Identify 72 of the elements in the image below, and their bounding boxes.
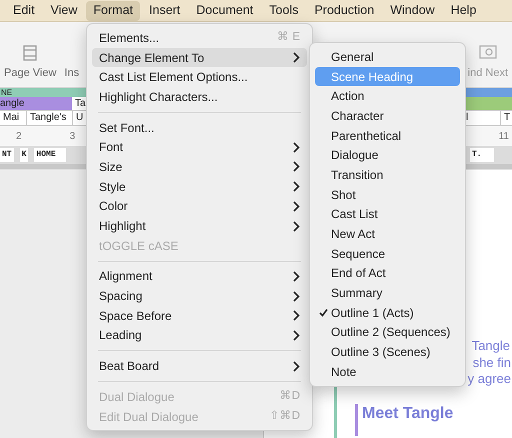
menu-item[interactable]: Size — [92, 157, 307, 177]
toolbar-label: ind Next — [468, 66, 508, 80]
menu-item[interactable]: Set Font... — [92, 118, 307, 138]
menu-item[interactable]: Highlight — [92, 216, 307, 236]
chevron-right-icon — [293, 270, 300, 282]
chevron-right-icon — [293, 360, 300, 372]
menu-item[interactable]: Sequence — [315, 244, 460, 264]
toolbar-label: Ins — [64, 66, 80, 80]
chevron-right-icon — [293, 290, 300, 302]
toolbar-label: Page View — [4, 66, 56, 80]
menu-item[interactable]: Parenthetical — [315, 126, 460, 146]
chevron-right-icon — [293, 330, 300, 341]
script-text: y agree — [468, 371, 511, 388]
menu-item[interactable]: Action — [315, 86, 460, 106]
menu-item[interactable]: Highlight Characters... — [92, 87, 307, 107]
sequence-strip: angle — [0, 97, 72, 110]
menu-item[interactable]: Alignment — [92, 266, 307, 286]
chevron-right-icon — [293, 52, 300, 64]
menu-item[interactable]: Note — [315, 362, 460, 382]
menu-item[interactable]: Elements... ⌘ E — [92, 28, 307, 48]
scene-cell: Tangle's — [27, 111, 73, 125]
menu-bar-item[interactable]: Format — [86, 0, 140, 20]
menu-item[interactable]: Leading — [92, 326, 307, 346]
menu-item[interactable]: Outline 2 (Sequences) — [315, 322, 460, 342]
menu-bar-item[interactable]: Tools — [262, 0, 306, 20]
chevron-right-icon — [293, 142, 300, 153]
chevron-right-icon — [293, 161, 300, 172]
element-tab[interactable]: NT — [0, 148, 14, 162]
scene-cell: T — [500, 111, 512, 125]
menu-item[interactable]: Color — [92, 196, 307, 216]
outline-heading: Meet Tangle — [362, 406, 454, 422]
menu-item[interactable]: End of Act — [315, 264, 460, 284]
menu-item[interactable]: Character — [315, 106, 460, 126]
menu-bar-item[interactable]: Production — [307, 0, 382, 20]
menu-bar-item[interactable]: Document — [189, 0, 260, 20]
ruler-number: 3 — [70, 130, 76, 144]
menu-item[interactable]: Outline 1 (Acts) — [315, 302, 460, 323]
menu-item[interactable]: Transition — [315, 165, 460, 185]
element-tab[interactable]: K — [20, 148, 28, 162]
element-tab[interactable]: T. — [470, 148, 494, 162]
menu-item[interactable]: Cast List — [315, 204, 460, 224]
menu-item[interactable]: Dialogue — [315, 145, 460, 166]
menu-bar-item[interactable]: Insert — [142, 0, 188, 20]
element-tab[interactable]: HOME — [34, 148, 66, 162]
menu-item[interactable]: Outline 3 (Scenes) — [315, 342, 460, 362]
script-text: Tangle — [472, 338, 510, 354]
menu-item[interactable]: Style — [92, 176, 307, 196]
chevron-right-icon — [293, 220, 300, 232]
chevron-right-icon — [293, 181, 300, 192]
ruler-number: 2 — [16, 130, 22, 144]
menu-item[interactable]: Shot — [315, 184, 460, 204]
menu-item[interactable]: General — [315, 47, 460, 67]
menu-bar-item[interactable]: View — [44, 0, 84, 20]
checkmark-icon — [318, 308, 328, 318]
ruler-number: 11 — [498, 130, 509, 144]
chevron-right-icon — [293, 310, 300, 322]
scene-cell: Mai — [0, 111, 27, 125]
menu-bar-item[interactable]: Window — [383, 0, 442, 20]
menu-item[interactable]: Cast List Element Options... — [92, 67, 307, 88]
script-text: she fin — [472, 354, 511, 371]
menu-item[interactable]: Space Before — [92, 306, 307, 326]
menu-bar-item[interactable]: Help — [444, 0, 484, 20]
menu-item[interactable]: Beat Board — [92, 356, 307, 376]
chevron-right-icon — [293, 200, 300, 212]
menu-bar-item[interactable]: Edit — [6, 0, 42, 20]
menu-item[interactable]: Font — [92, 137, 307, 158]
menu-item[interactable]: Summary — [315, 283, 460, 303]
menu-item[interactable]: New Act — [315, 224, 460, 244]
page-view-icon[interactable] — [22, 44, 38, 60]
menu-item[interactable]: Change Element To — [92, 48, 307, 68]
menu-item[interactable]: Spacing — [92, 286, 307, 306]
act-strip: NE — [0, 88, 86, 97]
